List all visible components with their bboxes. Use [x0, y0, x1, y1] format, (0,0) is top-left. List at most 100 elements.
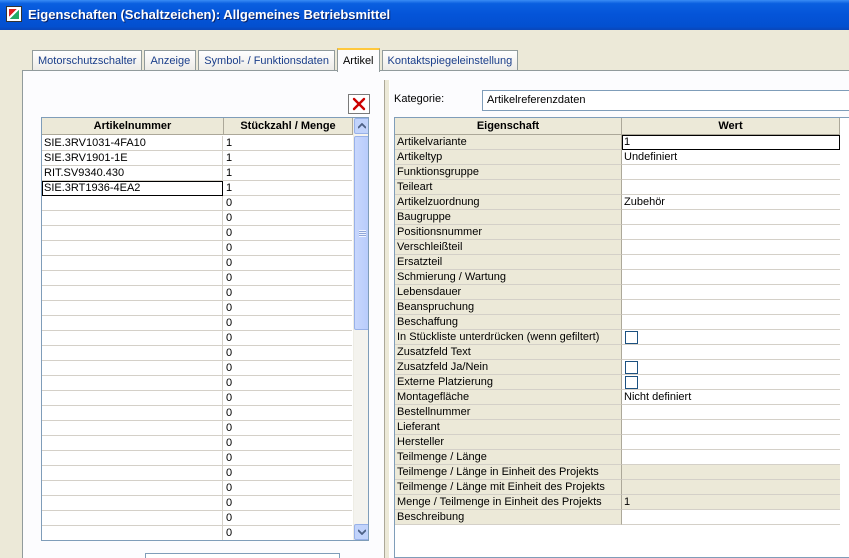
article-number-cell[interactable]	[42, 421, 223, 436]
article-number-cell[interactable]	[42, 316, 223, 331]
table-row[interactable]: 0	[42, 226, 352, 241]
table-row[interactable]: SIE.3RV1031-4FA10 1	[42, 136, 352, 151]
property-value-cell[interactable]	[622, 210, 840, 225]
property-row[interactable]: Montagefläche Nicht definiert	[395, 390, 849, 405]
tab-symbol-funktionsdaten[interactable]: Symbol- / Funktionsdaten	[198, 50, 335, 71]
category-dropdown[interactable]: Artikelreferenzdaten	[482, 90, 849, 111]
table-row[interactable]: 0	[42, 256, 352, 271]
table-row[interactable]: 0	[42, 391, 352, 406]
column-header-wert[interactable]: Wert	[622, 118, 840, 135]
article-number-cell[interactable]	[42, 301, 223, 316]
property-row[interactable]: Lebensdauer	[395, 285, 849, 300]
table-row[interactable]: 0	[42, 436, 352, 451]
column-header-eigenschaft[interactable]: Eigenschaft	[395, 118, 622, 135]
quantity-cell[interactable]: 0	[223, 331, 352, 346]
table-row[interactable]: 0	[42, 331, 352, 346]
table-row[interactable]: 0	[42, 346, 352, 361]
quantity-cell[interactable]: 0	[223, 316, 352, 331]
property-row[interactable]: In Stückliste unterdrücken (wenn gefilte…	[395, 330, 849, 345]
property-row[interactable]: Beschaffung	[395, 315, 849, 330]
article-number-cell[interactable]	[42, 451, 223, 466]
property-row[interactable]: Schmierung / Wartung	[395, 270, 849, 285]
property-row[interactable]: Bestellnummer	[395, 405, 849, 420]
property-value-cell[interactable]	[622, 300, 840, 315]
property-row[interactable]: Ersatzteil	[395, 255, 849, 270]
article-number-cell[interactable]	[42, 241, 223, 256]
property-value-cell[interactable]	[622, 450, 840, 465]
quantity-cell[interactable]: 0	[223, 241, 352, 256]
article-number-cell[interactable]	[42, 196, 223, 211]
property-value-cell[interactable]	[622, 420, 840, 435]
quantity-cell[interactable]: 0	[223, 286, 352, 301]
table-row[interactable]: SIE.3RV1901-1E 1	[42, 151, 352, 166]
property-value-cell[interactable]	[622, 270, 840, 285]
property-value-cell[interactable]	[622, 285, 840, 300]
property-value-cell[interactable]: 1	[622, 135, 840, 150]
quantity-cell[interactable]: 1	[223, 136, 352, 151]
checkbox[interactable]	[625, 376, 638, 389]
article-number-cell[interactable]	[42, 466, 223, 481]
table-row[interactable]: 0	[42, 421, 352, 436]
property-row[interactable]: Teilmenge / Länge	[395, 450, 849, 465]
quantity-cell[interactable]: 0	[223, 346, 352, 361]
property-row[interactable]: Zusatzfeld Ja/Nein	[395, 360, 849, 375]
article-number-cell[interactable]	[42, 346, 223, 361]
table-row[interactable]: 0	[42, 496, 352, 511]
article-number-cell[interactable]: SIE.3RV1031-4FA10	[42, 136, 223, 151]
column-header-stueckzahl[interactable]: Stückzahl / Menge	[224, 118, 353, 135]
table-row[interactable]: 0	[42, 286, 352, 301]
property-row[interactable]: Teilmenge / Länge mit Einheit des Projek…	[395, 480, 849, 495]
quantity-cell[interactable]: 0	[223, 481, 352, 496]
article-number-cell[interactable]	[42, 331, 223, 346]
property-checkbox-cell[interactable]	[622, 360, 840, 375]
property-row[interactable]: Beschreibung	[395, 510, 849, 525]
property-row[interactable]: Teileart	[395, 180, 849, 195]
property-value-cell[interactable]	[622, 345, 840, 360]
table-row[interactable]: 0	[42, 211, 352, 226]
quantity-cell[interactable]: 0	[223, 271, 352, 286]
property-value-cell[interactable]	[622, 255, 840, 270]
article-number-cell[interactable]	[42, 256, 223, 271]
property-row[interactable]: Menge / Teilmenge in Einheit des Projekt…	[395, 495, 849, 510]
quantity-cell[interactable]: 0	[223, 196, 352, 211]
article-number-cell[interactable]	[42, 361, 223, 376]
property-value-cell[interactable]	[622, 315, 840, 330]
quantity-cell[interactable]: 0	[223, 526, 352, 540]
property-value-cell[interactable]	[622, 405, 840, 420]
property-value-cell[interactable]	[622, 510, 840, 525]
table-row[interactable]: 0	[42, 301, 352, 316]
article-number-cell[interactable]	[42, 406, 223, 421]
quantity-cell[interactable]: 0	[223, 421, 352, 436]
property-row[interactable]: Baugruppe	[395, 210, 849, 225]
tab-anzeige[interactable]: Anzeige	[144, 50, 197, 71]
article-number-cell[interactable]	[42, 436, 223, 451]
quantity-cell[interactable]: 0	[223, 466, 352, 481]
article-number-cell[interactable]	[42, 271, 223, 286]
property-row[interactable]: Artikelvariante 1	[395, 135, 849, 150]
property-row[interactable]: Artikelzuordnung Zubehör	[395, 195, 849, 210]
column-header-artikelnummer[interactable]: Artikelnummer	[42, 118, 224, 135]
app-icon[interactable]	[6, 6, 22, 22]
delete-row-button[interactable]	[348, 94, 370, 114]
scroll-down-button[interactable]	[354, 524, 368, 540]
quantity-cell[interactable]: 0	[223, 211, 352, 226]
quantity-cell[interactable]: 1	[223, 166, 352, 181]
property-value-cell[interactable]	[622, 240, 840, 255]
property-row[interactable]: Funktionsgruppe	[395, 165, 849, 180]
property-row[interactable]: Verschleißteil	[395, 240, 849, 255]
property-value-cell[interactable]	[622, 180, 840, 195]
quantity-cell[interactable]: 0	[223, 361, 352, 376]
article-number-cell[interactable]	[42, 481, 223, 496]
quantity-cell[interactable]: 1	[223, 151, 352, 166]
property-row[interactable]: Zusatzfeld Text	[395, 345, 849, 360]
property-value-cell[interactable]	[622, 165, 840, 180]
article-number-cell[interactable]	[42, 526, 223, 540]
table-row[interactable]: 0	[42, 406, 352, 421]
property-row[interactable]: Teilmenge / Länge in Einheit des Projekt…	[395, 465, 849, 480]
quantity-cell[interactable]: 0	[223, 301, 352, 316]
property-value-cell[interactable]	[622, 225, 840, 240]
article-number-cell[interactable]: RIT.SV9340.430	[42, 166, 223, 181]
scroll-up-button[interactable]	[354, 118, 368, 134]
property-value-cell[interactable]	[622, 435, 840, 450]
article-number-cell[interactable]	[42, 496, 223, 511]
